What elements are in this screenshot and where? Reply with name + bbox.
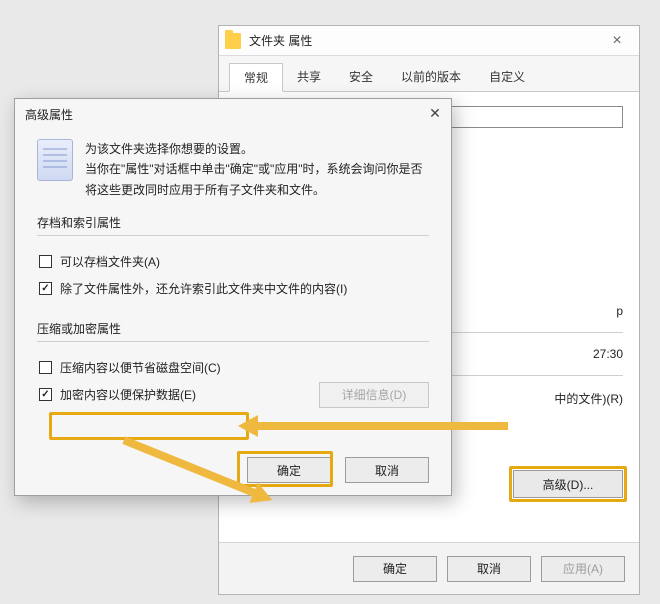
properties-tabs: 常规 共享 安全 以前的版本 自定义 [219, 56, 639, 92]
attributes-icon [37, 139, 73, 181]
advanced-titlebar[interactable]: 高级属性 ✕ [15, 99, 451, 129]
intro-line-2: 当你在"属性"对话框中单击"确定"或"应用"时，系统会询问你是否将这些更改同时应… [85, 159, 429, 200]
ok-button[interactable]: 确定 [353, 556, 437, 582]
properties-title: 文件夹 属性 [249, 32, 312, 49]
option-index-label: 除了文件属性外，还允许索引此文件夹中文件的内容(I) [60, 280, 347, 297]
tab-security[interactable]: 安全 [335, 63, 387, 92]
option-compress[interactable]: 压缩内容以便节省磁盘空间(C) [37, 354, 429, 381]
intro-line-1: 为该文件夹选择你想要的设置。 [85, 139, 429, 159]
close-icon[interactable]: ✕ [425, 103, 445, 123]
properties-titlebar[interactable]: 文件夹 属性 × [219, 26, 639, 56]
group-archive-title: 存档和索引属性 [37, 214, 429, 231]
option-compress-label: 压缩内容以便节省磁盘空间(C) [60, 359, 221, 376]
details-button: 详细信息(D) [319, 382, 429, 408]
properties-footer: 确定 取消 应用(A) [219, 542, 639, 594]
advanced-attributes-dialog: 高级属性 ✕ 为该文件夹选择你想要的设置。 当你在"属性"对话框中单击"确定"或… [14, 98, 452, 496]
apply-button[interactable]: 应用(A) [541, 556, 625, 582]
option-encrypt-label: 加密内容以便保护数据(E) [60, 386, 196, 403]
advanced-footer: 确定 取消 [15, 445, 451, 495]
tab-previous[interactable]: 以前的版本 [387, 63, 475, 92]
ok-button[interactable]: 确定 [247, 457, 331, 483]
option-archive-label: 可以存档文件夹(A) [60, 253, 160, 270]
folder-icon [225, 33, 241, 49]
tab-custom[interactable]: 自定义 [475, 63, 539, 92]
checkbox-index[interactable] [39, 282, 52, 295]
close-icon[interactable]: × [595, 26, 639, 56]
checkbox-archive[interactable] [39, 255, 52, 268]
highlight-encrypt [49, 412, 249, 440]
advanced-button[interactable]: 高级(D)... [513, 470, 623, 498]
group-compress-title: 压缩或加密属性 [37, 320, 429, 337]
tab-sharing[interactable]: 共享 [283, 63, 335, 92]
checkbox-encrypt[interactable] [39, 388, 52, 401]
checkbox-compress[interactable] [39, 361, 52, 374]
option-encrypt[interactable]: 加密内容以便保护数据(E) [37, 381, 198, 408]
tab-general[interactable]: 常规 [229, 63, 283, 92]
advanced-title: 高级属性 [25, 106, 73, 123]
cancel-button[interactable]: 取消 [345, 457, 429, 483]
option-archive[interactable]: 可以存档文件夹(A) [37, 248, 429, 275]
cancel-button[interactable]: 取消 [447, 556, 531, 582]
option-index[interactable]: 除了文件属性外，还允许索引此文件夹中文件的内容(I) [37, 275, 429, 302]
